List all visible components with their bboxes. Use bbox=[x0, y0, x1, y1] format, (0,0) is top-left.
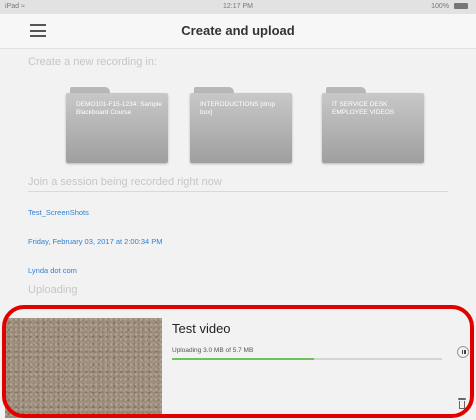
upload-progress-fill bbox=[172, 358, 315, 360]
folder-label: DEMO101-F15-1234: Sample Blackboard Cour… bbox=[76, 101, 162, 116]
folder-item[interactable]: INTERODUCTIONS [drop box] bbox=[190, 87, 292, 163]
session-link[interactable]: Test_ScreenShots bbox=[28, 208, 89, 217]
join-section-header: Join a session being recorded right now bbox=[28, 176, 222, 188]
status-bar: iPad ≈ 12:17 PM 100% bbox=[0, 0, 476, 14]
video-thumbnail[interactable] bbox=[5, 318, 162, 418]
folder-item[interactable]: IT SERVICE DESK EMPLOYEE VIDEOS bbox=[322, 87, 424, 163]
page-title: Create and upload bbox=[181, 23, 295, 38]
section-divider bbox=[28, 191, 448, 192]
video-title: Test video bbox=[172, 321, 231, 336]
folder-item[interactable]: DEMO101-F15-1234: Sample Blackboard Cour… bbox=[66, 87, 168, 163]
upload-item: Test video Uploading 3.0 MB of 5.7 MB bbox=[0, 313, 476, 420]
battery-indicator: 100% bbox=[431, 3, 468, 10]
upload-progress-bar bbox=[172, 358, 442, 360]
create-section-header: Create a new recording in: bbox=[28, 56, 158, 68]
pause-icon[interactable] bbox=[457, 346, 469, 358]
nav-bar: Create and upload bbox=[0, 14, 476, 49]
battery-percent: 100% bbox=[431, 3, 450, 10]
folder-label: INTERODUCTIONS [drop box] bbox=[200, 101, 276, 116]
upload-progress-text: Uploading 3.0 MB of 5.7 MB bbox=[172, 347, 254, 354]
trash-icon[interactable] bbox=[457, 398, 467, 410]
uploading-section-header: Uploading bbox=[28, 284, 78, 296]
battery-icon bbox=[454, 3, 468, 10]
clock: 12:17 PM bbox=[223, 3, 253, 10]
session-link[interactable]: Lynda dot com bbox=[28, 266, 77, 275]
folder-label: IT SERVICE DESK EMPLOYEE VIDEOS bbox=[332, 101, 395, 116]
session-link[interactable]: Friday, February 03, 2017 at 2:00:34 PM bbox=[28, 237, 163, 246]
